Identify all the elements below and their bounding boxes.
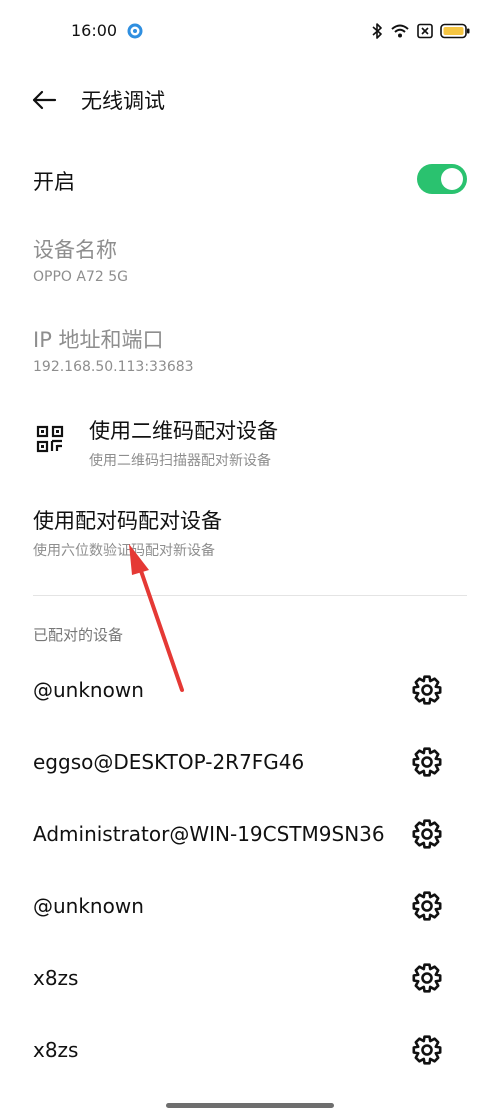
gear-icon[interactable] xyxy=(411,962,443,994)
paired-device-row[interactable]: Administrator@WIN-19CSTM9SN36 xyxy=(0,798,500,870)
status-icons xyxy=(371,20,470,42)
code-pair-desc: 使用六位数验证码配对新设备 xyxy=(33,543,215,559)
battery-icon xyxy=(440,23,470,39)
device-name-row: 设备名称 OPPO A72 5G xyxy=(0,225,500,295)
device-name-value: OPPO A72 5G xyxy=(33,269,128,285)
app-bar: 无线调试 xyxy=(0,70,500,130)
wifi-icon xyxy=(391,24,409,38)
sim-off-icon xyxy=(417,23,433,39)
paired-device-name: Administrator@WIN-19CSTM9SN36 xyxy=(33,822,385,846)
code-pair-row[interactable]: 使用配对码配对设备 使用六位数验证码配对新设备 xyxy=(0,495,500,567)
device-name-label: 设备名称 xyxy=(33,238,117,262)
toggle-knob xyxy=(441,168,463,190)
qr-pair-row[interactable]: 使用二维码配对设备 使用二维码扫描器配对新设备 xyxy=(0,405,500,477)
ip-port-label: IP 地址和端口 xyxy=(33,328,164,352)
paired-devices-header: 已配对的设备 xyxy=(33,626,124,644)
gear-icon[interactable] xyxy=(411,1034,443,1066)
qr-pair-desc: 使用二维码扫描器配对新设备 xyxy=(89,453,271,469)
enable-toggle[interactable] xyxy=(417,164,467,194)
paired-device-name: @unknown xyxy=(33,894,144,918)
qr-code-icon xyxy=(36,425,64,453)
qr-pair-label: 使用二维码配对设备 xyxy=(89,419,278,443)
home-indicator[interactable] xyxy=(166,1103,334,1108)
status-time: 16:00 xyxy=(71,21,118,40)
paired-device-name: x8zs xyxy=(33,966,79,990)
gear-icon[interactable] xyxy=(411,746,443,778)
paired-device-row[interactable]: @unknown xyxy=(0,870,500,942)
paired-device-name: eggso@DESKTOP-2R7FG46 xyxy=(33,750,305,774)
paired-device-name: @unknown xyxy=(33,678,144,702)
bluetooth-icon xyxy=(372,23,382,39)
ip-port-value: 192.168.50.113:33683 xyxy=(33,359,194,375)
paired-device-name: x8zs xyxy=(33,1038,79,1062)
ip-port-row: IP 地址和端口 192.168.50.113:33683 xyxy=(0,315,500,385)
gear-icon[interactable] xyxy=(411,674,443,706)
status-bar: 16:00 xyxy=(0,0,500,64)
gear-icon[interactable] xyxy=(411,818,443,850)
page-title: 无线调试 xyxy=(81,89,165,113)
arrow-left-icon xyxy=(32,90,57,110)
gear-icon[interactable] xyxy=(411,890,443,922)
enable-label: 开启 xyxy=(33,170,75,194)
app-notification-icon xyxy=(127,23,143,39)
paired-device-row[interactable]: x8zs xyxy=(0,942,500,1014)
paired-device-row[interactable]: x8zs xyxy=(0,1014,500,1086)
paired-device-row[interactable]: eggso@DESKTOP-2R7FG46 xyxy=(0,726,500,798)
paired-device-row[interactable]: @unknown xyxy=(0,654,500,726)
back-button[interactable] xyxy=(26,82,62,118)
divider xyxy=(33,595,467,596)
code-pair-label: 使用配对码配对设备 xyxy=(33,509,222,533)
